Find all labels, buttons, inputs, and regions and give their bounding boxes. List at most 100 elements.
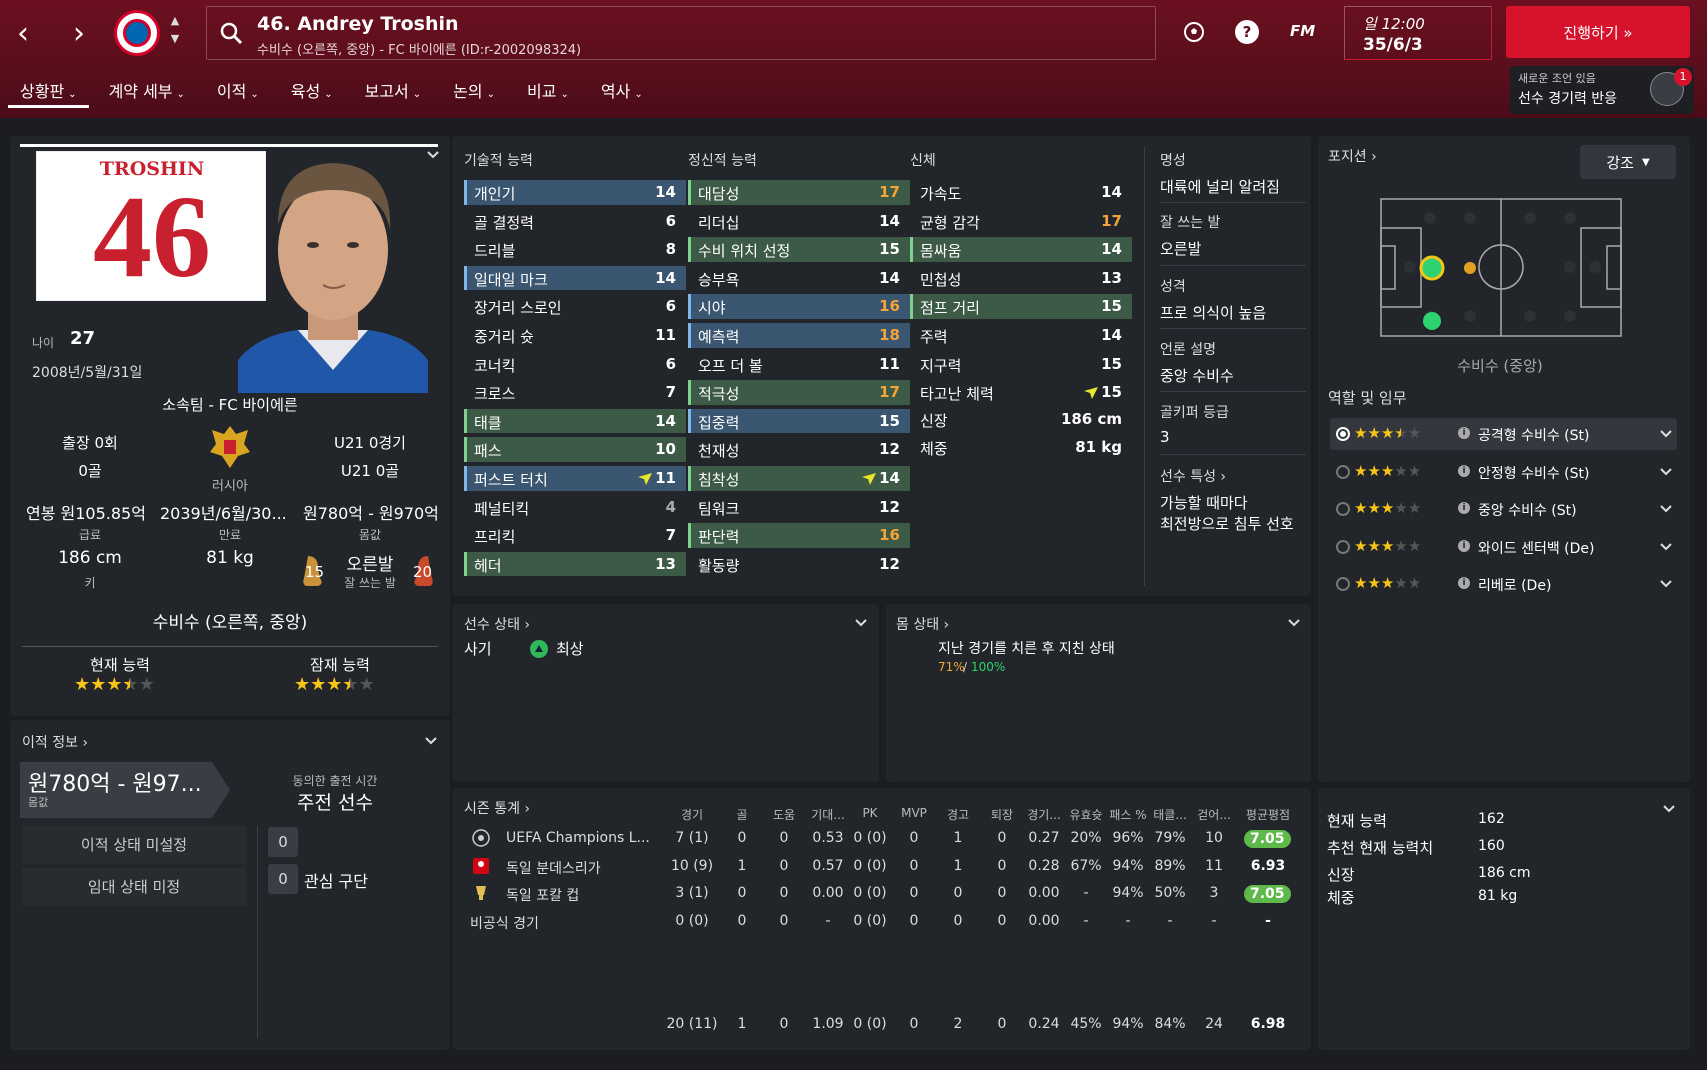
attribute-row[interactable]: 집중력 15 [688, 407, 910, 436]
role-row[interactable]: ★★★★★ i 리베로 (De) [1330, 568, 1677, 600]
chevron-down-icon[interactable] [1659, 464, 1673, 483]
notification-box[interactable]: 새로운 조언 있음 선수 경기력 반응 1 [1510, 66, 1694, 114]
attribute-row[interactable]: 리더십 14 [688, 207, 910, 236]
club-switch-icon[interactable]: ▲ ▼ [168, 12, 182, 48]
attribute-row[interactable]: 활동량 12 [688, 550, 910, 579]
tab-5[interactable]: 보고서 ⌄ [353, 74, 434, 108]
competition-name[interactable]: 독일 분데스리가 [506, 858, 601, 878]
chevron-down-icon[interactable] [1287, 616, 1301, 630]
attribute-row[interactable]: 적극성 17 [688, 378, 910, 407]
loan-status[interactable]: 임대 상태 미정 [22, 868, 246, 906]
stats-column-header[interactable]: 평균평점 [1238, 806, 1298, 823]
role-radio[interactable] [1336, 427, 1350, 441]
attribute-row[interactable]: 승부욕 14 [688, 264, 910, 293]
attribute-row[interactable]: 헤더 13 [464, 550, 686, 579]
info-icon[interactable]: i [1458, 464, 1470, 477]
chevron-down-icon[interactable] [1659, 576, 1673, 595]
chevron-down-icon[interactable] [1659, 501, 1673, 520]
interested-clubs-label[interactable]: 관심 구단 [304, 868, 368, 892]
attribute-row[interactable]: 가속도 14 [910, 178, 1132, 207]
role-radio[interactable] [1336, 577, 1350, 591]
attribute-row[interactable]: 태클 14 [464, 407, 686, 436]
role-radio[interactable] [1336, 464, 1350, 479]
stats-row[interactable]: 독일 포칼 컵3 (1) 0 0 0.00 0 (0) 0 0 0 0.00-94% 50% 3 7.… [460, 881, 1298, 907]
role-row[interactable]: ★★★★★ i 중앙 수비수 (St) [1330, 493, 1677, 525]
emphasis-dropdown[interactable]: 강조 ▼ [1580, 145, 1676, 179]
attribute-row[interactable]: 팀워크 12 [688, 493, 910, 522]
info-icon[interactable]: i [1458, 502, 1470, 514]
attribute-row[interactable]: 개인기 14 [464, 178, 686, 207]
attribute-row[interactable]: 페널티킥 4 [464, 493, 686, 522]
role-row[interactable]: ★★★★★ i 안정형 수비수 (St) [1330, 456, 1677, 488]
info-icon[interactable]: i [1458, 427, 1470, 439]
stats-row[interactable]: 비공식 경기 0 (0) 0 0-0 (0) 0 0 0 0.00- - - - - [460, 909, 1298, 935]
attribute-row[interactable]: 일대일 마크 14 [464, 264, 686, 293]
competition-name[interactable]: 비공식 경기 [470, 913, 539, 933]
club-name[interactable]: 소속팀 - FC 바이에른 [130, 394, 330, 415]
player-search-bar[interactable]: 46. Andrey Troshin 수비수 (오른쪽, 중앙) - FC 바이… [206, 6, 1156, 60]
attribute-row[interactable]: 프리킥 7 [464, 521, 686, 550]
chevron-down-icon[interactable] [1659, 426, 1673, 445]
attribute-row[interactable]: 코너킥 6 [464, 350, 686, 379]
chevron-down-icon[interactable] [1662, 802, 1676, 816]
attribute-row[interactable]: 지구력 15 [910, 350, 1132, 379]
attribute-row[interactable]: 침착성 14 [688, 464, 910, 493]
tab-8[interactable]: 역사 ⌄ [589, 74, 655, 108]
role-row[interactable]: ★★★★★★ i 공격형 수비수 (St) [1330, 418, 1677, 450]
info-icon[interactable]: i [1458, 539, 1470, 552]
traits-label[interactable]: 선수 특성 › [1160, 466, 1306, 486]
attribute-row[interactable]: 천재성 12 [688, 435, 910, 464]
tab-2[interactable]: 계약 세부 ⌄ [97, 74, 197, 108]
chevron-down-icon[interactable] [424, 734, 438, 748]
attribute-row[interactable]: 수비 위치 선정 15 [688, 235, 910, 264]
continue-button[interactable]: 진행하기 » [1506, 6, 1690, 58]
attribute-row[interactable]: 대담성 17 [688, 178, 910, 207]
player-status-heading[interactable]: 선수 상태 › [464, 614, 530, 634]
role-radio[interactable] [1336, 502, 1350, 516]
stats-column-header[interactable]: 걷어... [1184, 806, 1244, 823]
chevron-down-icon[interactable] [854, 616, 868, 630]
attribute-row[interactable]: 시야 16 [688, 292, 910, 321]
tab-6[interactable]: 논의 ⌄ [441, 74, 507, 108]
back-arrow-icon[interactable]: ‹ [8, 16, 38, 51]
attribute-row[interactable]: 패스 10 [464, 435, 686, 464]
attribute-row[interactable]: 타고난 체력 15 [910, 378, 1132, 407]
tab-1[interactable]: 상황판 ⌄ [8, 74, 89, 108]
attribute-row[interactable]: 예측력 18 [688, 321, 910, 350]
transfer-status[interactable]: 이적 상태 미설정 [22, 826, 246, 864]
club-logo-icon[interactable] [114, 10, 160, 56]
role-radio[interactable] [1336, 539, 1350, 554]
date-display[interactable]: 일 12:00 35/6/3 [1344, 6, 1492, 60]
tab-7[interactable]: 비교 ⌄ [515, 74, 581, 108]
attribute-row[interactable]: 퍼스트 터치 11 [464, 464, 686, 493]
attribute-row[interactable]: 크로스 7 [464, 378, 686, 407]
role-row[interactable]: ★★★★★ i 와이드 센터백 (De) [1330, 531, 1677, 563]
forward-arrow-icon[interactable]: › [64, 16, 94, 51]
attribute-row[interactable]: 민첩성 13 [910, 264, 1132, 293]
info-icon[interactable]: i [1458, 577, 1470, 589]
chevron-down-icon[interactable] [1659, 539, 1673, 558]
help-icon[interactable]: ? [1233, 18, 1261, 46]
attribute-row[interactable]: 오프 더 볼 11 [688, 350, 910, 379]
attribute-row[interactable]: 주력 14 [910, 321, 1132, 350]
attribute-row[interactable]: 판단력 16 [688, 521, 910, 550]
tab-3[interactable]: 이적 ⌄ [205, 74, 271, 108]
football-icon[interactable] [1180, 18, 1208, 46]
attribute-row[interactable]: 드리블 8 [464, 235, 686, 264]
attribute-row[interactable]: 중거리 슛 11 [464, 321, 686, 350]
condition-heading[interactable]: 몸 상태 › [896, 614, 949, 634]
competition-name[interactable]: 독일 포칼 컵 [506, 885, 579, 905]
attribute-row[interactable]: 골 결정력 6 [464, 207, 686, 236]
transfer-heading[interactable]: 이적 정보 › [22, 732, 88, 752]
attribute-row[interactable]: 균형 감각 17 [910, 207, 1132, 236]
attribute-row[interactable]: 몸싸움 14 [910, 235, 1132, 264]
attribute-row[interactable]: 장거리 스로인 6 [464, 292, 686, 321]
position-heading[interactable]: 포지션 › [1328, 146, 1377, 166]
stats-row[interactable]: 독일 분데스리가 10 (9) 1 0 0.57 0 (0) 0 1 0 0.28 67% 94% 89… [460, 854, 1298, 880]
traits-block[interactable]: 선수 특성 › 가능할 때마다 최전방으로 침투 선호 [1160, 466, 1306, 534]
attribute-row[interactable]: 점프 거리 15 [910, 292, 1132, 321]
fm-menu-button[interactable]: FM [1290, 22, 1315, 40]
tab-4[interactable]: 육성 ⌄ [279, 74, 345, 108]
competition-name[interactable]: UEFA Champions L... [506, 830, 650, 846]
stats-row[interactable]: UEFA Champions L... 7 (1) 0 0 0.53 0 (0) 0 1 0 0.… [460, 826, 1298, 852]
